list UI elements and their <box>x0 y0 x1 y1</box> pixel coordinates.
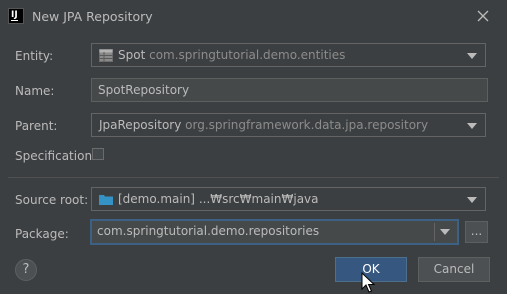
intellij-app-icon: IJ <box>8 8 24 24</box>
window-title: New JPA Repository <box>32 9 153 24</box>
parent-label: Parent: <box>15 119 58 133</box>
parent-name: JpaRepository <box>99 118 182 132</box>
source-root-module: [demo.main] <box>118 192 195 206</box>
package-combobox[interactable] <box>90 219 459 245</box>
title-bar: IJ New JPA Repository <box>0 0 507 32</box>
entity-combobox[interactable]: Spot com.springtutorial.demo.entities <box>91 43 486 67</box>
name-label: Name: <box>15 84 55 98</box>
chevron-down-icon <box>467 123 477 129</box>
separator <box>8 177 499 178</box>
source-root-combobox[interactable]: [demo.main] ...₩src₩main₩java <box>91 187 486 211</box>
help-button[interactable]: ? <box>15 259 37 281</box>
package-input[interactable] <box>97 224 427 238</box>
entity-icon <box>99 49 113 62</box>
close-icon[interactable] <box>474 7 492 25</box>
name-input[interactable] <box>98 83 468 97</box>
entity-label: Entity: <box>15 49 54 63</box>
chevron-down-icon <box>467 53 477 59</box>
browse-package-button[interactable]: ... <box>465 221 488 243</box>
parent-package: org.springframework.data.jpa.repository <box>185 118 429 132</box>
source-root-label: Source root: <box>15 193 89 207</box>
name-field[interactable] <box>91 78 488 102</box>
entity-name: Spot <box>118 48 146 62</box>
specification-label: Specification: <box>15 149 97 163</box>
entity-package: com.springtutorial.demo.entities <box>149 48 346 62</box>
folder-icon <box>99 195 113 205</box>
cancel-button[interactable]: Cancel <box>418 257 490 282</box>
package-label: Package: <box>15 227 69 241</box>
chevron-down-icon <box>467 197 477 203</box>
mouse-pointer-icon <box>361 272 375 293</box>
parent-combobox[interactable]: JpaRepository org.springframework.data.j… <box>91 113 486 137</box>
combobox-divider <box>434 223 435 241</box>
specification-checkbox[interactable] <box>92 148 104 160</box>
source-root-path: ...₩src₩main₩java <box>198 192 319 206</box>
chevron-down-icon[interactable] <box>440 229 450 235</box>
